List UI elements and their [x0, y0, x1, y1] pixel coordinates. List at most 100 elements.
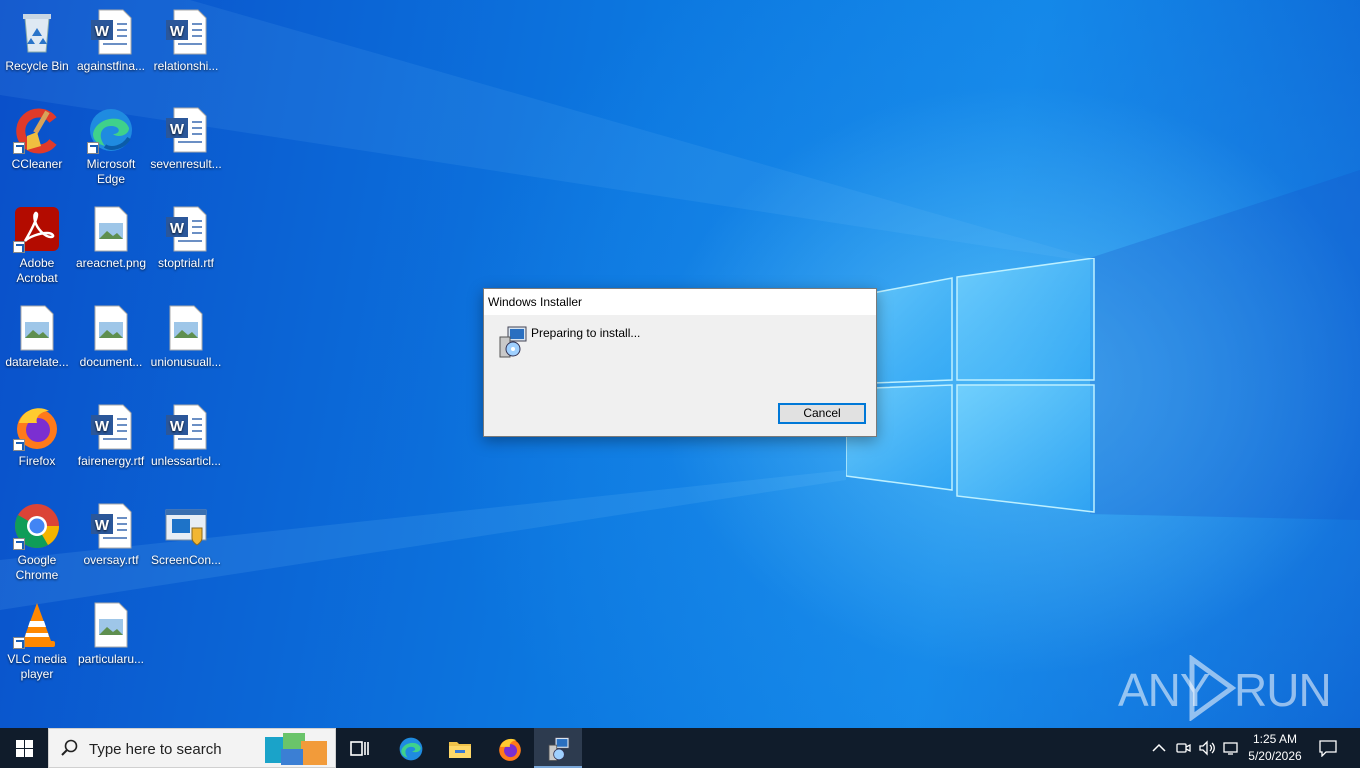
- start-button[interactable]: [0, 728, 48, 768]
- edge-icon: [399, 737, 423, 761]
- meet-now-icon[interactable]: [1175, 740, 1191, 756]
- desktop-icon-recycle-bin[interactable]: Recycle Bin: [0, 8, 74, 74]
- desktop-icon-google-chrome[interactable]: Google Chrome: [0, 502, 74, 583]
- search-icon: [61, 739, 78, 756]
- icon-label: againstfina...: [76, 59, 146, 73]
- icon-label: oversay.rtf: [83, 553, 139, 567]
- desktop-icon-screenconnect[interactable]: ScreenCon...: [149, 502, 223, 568]
- icon-label: document...: [79, 355, 143, 369]
- search-highlight-art-icon: [265, 733, 327, 765]
- desktop-icon-unionusuall[interactable]: unionusuall...: [149, 304, 223, 370]
- icon-label: stoptrial.rtf: [157, 256, 214, 270]
- taskbar-clock[interactable]: 1:25 AM 5/20/2026: [1240, 731, 1310, 765]
- desktop-icon-particularu[interactable]: particularu...: [74, 601, 148, 667]
- notification-center-icon[interactable]: [1318, 739, 1338, 757]
- svg-text:W: W: [170, 23, 185, 40]
- icon-label: fairenergy.rtf: [77, 454, 145, 468]
- icon-label: ScreenCon...: [150, 553, 222, 567]
- svg-text:W: W: [170, 418, 185, 435]
- icon-label: particularu...: [77, 652, 145, 666]
- desktop-icon-fairenergy[interactable]: W fairenergy.rtf: [74, 403, 148, 469]
- word-doc-icon: W: [91, 9, 132, 55]
- icon-label: unionusuall...: [150, 355, 222, 369]
- image-file-icon: [94, 206, 128, 252]
- desktop-icon-datarelate[interactable]: datarelate...: [0, 304, 74, 370]
- shortcut-arrow-icon: [13, 637, 25, 649]
- icon-label: datarelate...: [5, 355, 69, 369]
- file-explorer-icon: [449, 742, 471, 758]
- play-logo-icon: [1189, 655, 1237, 721]
- svg-text:W: W: [95, 517, 110, 534]
- search-placeholder: Type here to search: [89, 741, 222, 758]
- image-file-icon: [20, 305, 54, 351]
- word-doc-icon: W: [166, 9, 207, 55]
- desktop-icon-document[interactable]: document...: [74, 304, 148, 370]
- icon-label: Recycle Bin: [5, 59, 69, 73]
- clock-time: 1:25 AM: [1252, 732, 1298, 746]
- icon-label: CCleaner: [11, 157, 63, 171]
- desktop-icon-areacnet[interactable]: areacnet.png: [74, 205, 148, 271]
- icon-label: relationshi...: [153, 59, 219, 73]
- firefox-icon: [499, 738, 521, 761]
- anyrun-watermark: ANY RUN: [1118, 655, 1332, 721]
- screenconnect-icon: [165, 509, 207, 546]
- word-doc-icon: W: [91, 503, 132, 549]
- taskbar-file-explorer[interactable]: [435, 728, 483, 768]
- shortcut-arrow-icon: [13, 142, 25, 154]
- recycle-bin-icon: [23, 14, 51, 53]
- volume-icon[interactable]: [1198, 740, 1216, 756]
- desktop-icon-oversay[interactable]: W oversay.rtf: [74, 502, 148, 568]
- word-doc-icon: W: [91, 404, 132, 450]
- task-view-button[interactable]: [336, 728, 384, 768]
- image-file-icon: [94, 305, 128, 351]
- svg-text:W: W: [170, 220, 185, 237]
- desktop-icon-sevenresult[interactable]: W sevenresult...: [149, 106, 223, 172]
- svg-text:W: W: [95, 23, 110, 40]
- desktop: Recycle Bin CCleaner Adobe Acrobat datar…: [0, 0, 1360, 728]
- icon-label: VLC media player: [7, 652, 67, 681]
- icon-label: Google Chrome: [15, 553, 59, 582]
- taskbar-firefox[interactable]: [485, 728, 533, 768]
- shortcut-arrow-icon: [13, 439, 25, 451]
- desktop-icon-relationshi[interactable]: W relationshi...: [149, 8, 223, 74]
- windows-logo-wallpaper: [846, 258, 1095, 513]
- icon-label: Adobe Acrobat: [16, 256, 58, 285]
- word-doc-icon: W: [166, 107, 207, 153]
- icon-label: Microsoft Edge: [86, 157, 136, 186]
- dialog-title[interactable]: Windows Installer: [484, 289, 876, 315]
- svg-text:W: W: [95, 418, 110, 435]
- icon-label: areacnet.png: [75, 256, 147, 270]
- network-icon[interactable]: [1222, 740, 1240, 756]
- icon-label: Firefox: [18, 454, 56, 468]
- icon-label: sevenresult...: [150, 157, 222, 171]
- desktop-icon-firefox[interactable]: Firefox: [0, 403, 74, 469]
- windows-installer-dialog: Windows Installer Preparing to install..…: [483, 288, 877, 437]
- watermark-right-text: RUN: [1234, 664, 1332, 716]
- word-doc-icon: W: [166, 206, 207, 252]
- desktop-icon-microsoft-edge[interactable]: Microsoft Edge: [74, 106, 148, 187]
- icon-label: unlessarticl...: [150, 454, 222, 468]
- shortcut-arrow-icon: [13, 538, 25, 550]
- desktop-icon-vlc[interactable]: VLC media player: [0, 601, 74, 682]
- clock-date: 5/20/2026: [1248, 749, 1302, 763]
- desktop-icon-unlessarticl[interactable]: W unlessarticl...: [149, 403, 223, 469]
- desktop-icon-againstfina[interactable]: W againstfina...: [74, 8, 148, 74]
- taskbar-search-box[interactable]: Type here to search: [48, 728, 336, 768]
- desktop-icon-ccleaner[interactable]: CCleaner: [0, 106, 74, 172]
- taskbar: Type here to search 1:25 AM 5/20/2026: [0, 728, 1360, 768]
- desktop-icon-stoptrial[interactable]: W stoptrial.rtf: [149, 205, 223, 271]
- cancel-button[interactable]: Cancel: [778, 403, 866, 424]
- windows-start-icon: [16, 740, 33, 757]
- word-doc-icon: W: [166, 404, 207, 450]
- taskbar-edge[interactable]: [386, 728, 434, 768]
- svg-text:W: W: [170, 121, 185, 138]
- task-view-icon: [350, 741, 369, 756]
- chevron-up-icon[interactable]: [1152, 742, 1166, 754]
- taskbar-windows-installer[interactable]: [534, 728, 582, 768]
- shortcut-arrow-icon: [13, 241, 25, 253]
- image-file-icon: [169, 305, 203, 351]
- desktop-icon-adobe-acrobat[interactable]: Adobe Acrobat: [0, 205, 74, 286]
- image-file-icon: [94, 602, 128, 648]
- windows-installer-icon: [548, 737, 570, 761]
- shortcut-arrow-icon: [87, 142, 99, 154]
